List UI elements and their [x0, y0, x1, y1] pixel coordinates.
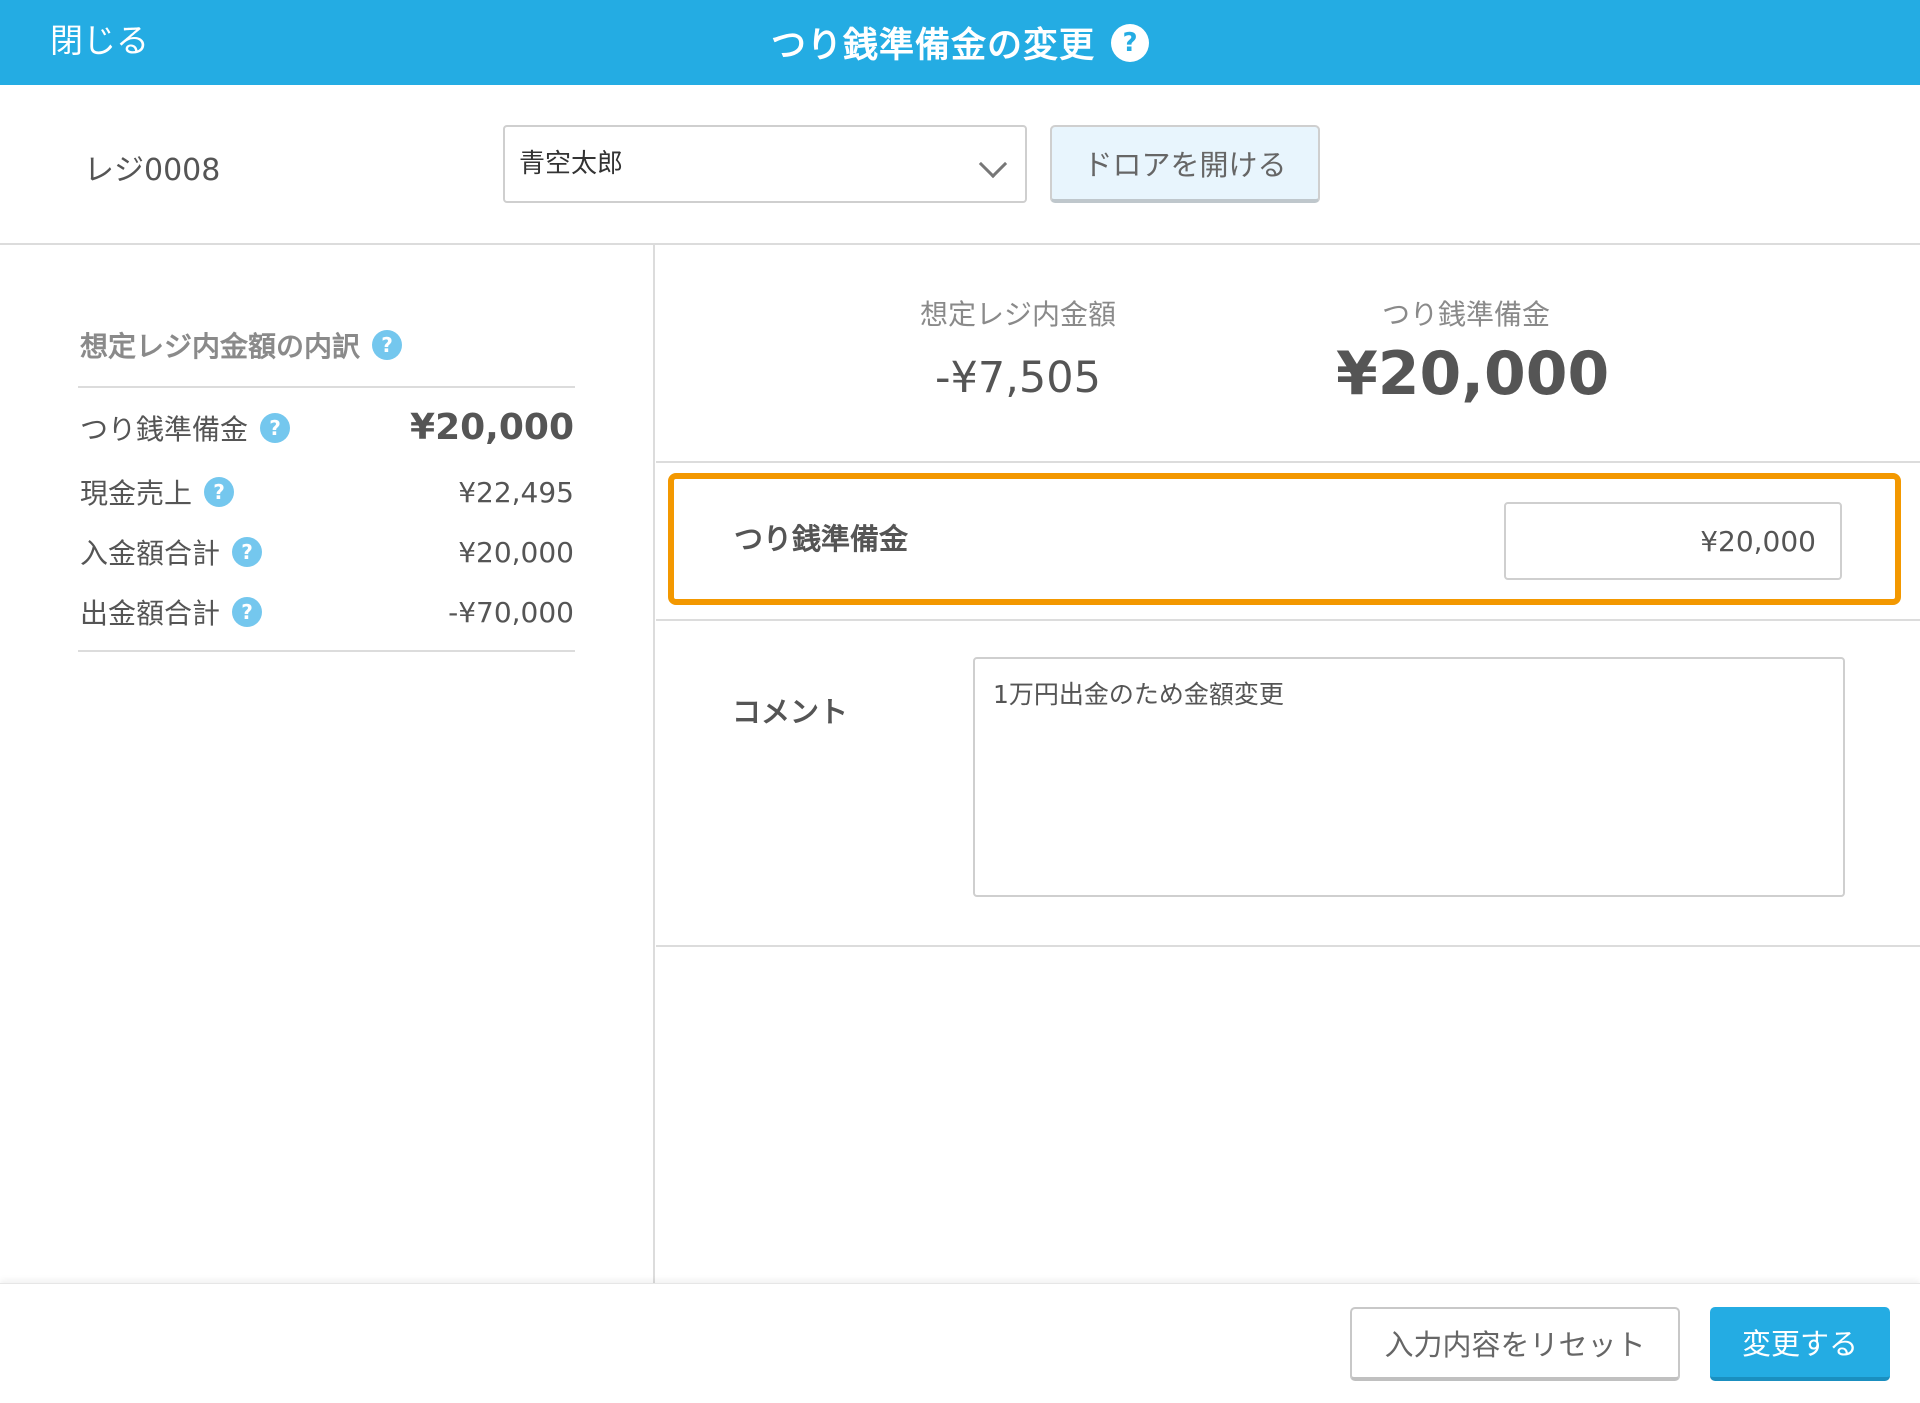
reset-button[interactable]: 入力内容をリセット	[1350, 1307, 1680, 1381]
float-input-row: つり銭準備金	[668, 473, 1901, 605]
help-icon[interactable]: ?	[232, 597, 263, 627]
expected-amount-label: 想定レジ内金額	[919, 298, 1116, 331]
breakdown-label: つり銭準備金	[80, 412, 249, 446]
divider	[656, 619, 1920, 621]
expected-amount-value: -¥7,505	[935, 353, 1101, 403]
breakdown-label: 入金額合計	[80, 537, 221, 570]
breakdown-value: ¥20,000	[410, 407, 574, 448]
divider	[78, 650, 575, 652]
divider	[656, 945, 1920, 947]
breakdown-label-row: 出金額合計 ?	[80, 592, 263, 632]
register-id: レジ0008	[84, 153, 221, 188]
breakdown-label: 出金額合計	[80, 597, 221, 630]
float-amount-label: つり銭準備金	[1381, 298, 1550, 331]
expected-amount-stat: 想定レジ内金額 -¥7,505	[888, 293, 1148, 403]
float-amount-value: ¥20,000	[1336, 339, 1610, 409]
staff-select[interactable]: 青空太郎	[503, 125, 1027, 203]
breakdown-value: -¥70,000	[448, 595, 574, 629]
page-title: つり銭準備金の変更	[770, 26, 1095, 66]
register-toolbar: レジ0008 青空太郎 ドロアを開ける	[0, 85, 1920, 245]
breakdown-label-row: つり銭準備金 ?	[80, 408, 291, 448]
breakdown-row-withdrawal-total: 出金額合計 ? -¥70,000	[80, 592, 574, 632]
help-icon[interactable]: ?	[1111, 23, 1149, 62]
breakdown-title-row: 想定レジ内金額の内訳 ?	[80, 325, 403, 365]
help-icon[interactable]: ?	[260, 412, 291, 443]
float-amount-input[interactable]	[1504, 502, 1842, 580]
breakdown-value: ¥22,495	[458, 475, 574, 509]
staff-select-value: 青空太郎	[519, 149, 624, 179]
open-drawer-button[interactable]: ドロアを開ける	[1050, 125, 1320, 203]
header-title-wrap: つり銭準備金の変更 ?	[0, 0, 1920, 85]
breakdown-label: 現金売上	[80, 477, 193, 510]
submit-button[interactable]: 変更する	[1710, 1307, 1890, 1381]
divider	[78, 386, 575, 388]
comment-label: コメント	[732, 695, 849, 729]
divider	[656, 461, 1920, 463]
breakdown-row-deposit-total: 入金額合計 ? ¥20,000	[80, 532, 574, 572]
breakdown-panel: 想定レジ内金額の内訳 ? つり銭準備金 ? ¥20,000 現金売上 ? ¥22…	[0, 245, 655, 1283]
comment-textarea[interactable]: 1万円出金のため金額変更	[973, 657, 1845, 897]
header-bar: 閉じる つり銭準備金の変更 ?	[0, 0, 1920, 85]
edit-panel: 想定レジ内金額 -¥7,505 つり銭準備金 ¥20,000 つり銭準備金 コメ…	[656, 245, 1920, 1283]
float-amount-stat: つり銭準備金 ¥20,000	[1336, 293, 1610, 409]
chevron-down-icon	[978, 149, 1008, 179]
breakdown-label-row: 入金額合計 ?	[80, 532, 263, 572]
help-icon[interactable]: ?	[232, 537, 263, 567]
breakdown-row-cash-sales: 現金売上 ? ¥22,495	[80, 472, 574, 512]
footer-bar: 入力内容をリセット 変更する	[0, 1283, 1920, 1403]
breakdown-row-float: つり銭準備金 ? ¥20,000	[80, 407, 574, 448]
breakdown-value: ¥20,000	[458, 535, 574, 569]
float-field-label: つり銭準備金	[734, 522, 909, 556]
help-icon[interactable]: ?	[372, 330, 403, 360]
help-icon[interactable]: ?	[204, 477, 235, 507]
breakdown-label-row: 現金売上 ?	[80, 472, 235, 512]
breakdown-title: 想定レジ内金額の内訳	[80, 330, 361, 363]
